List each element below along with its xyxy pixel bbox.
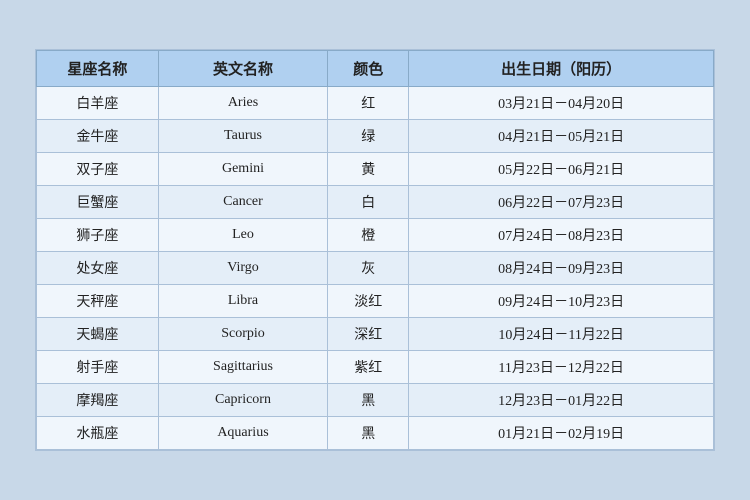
cell-zh: 白羊座 [37, 87, 159, 120]
cell-date: 07月24日－08月23日 [409, 219, 714, 252]
cell-date: 10月24日－11月22日 [409, 318, 714, 351]
table-row: 处女座Virgo灰08月24日－09月23日 [37, 252, 714, 285]
header-en: 英文名称 [158, 51, 327, 87]
zodiac-table: 星座名称 英文名称 颜色 出生日期（阳历） 白羊座Aries红03月21日－04… [36, 50, 714, 450]
cell-en: Leo [158, 219, 327, 252]
cell-color: 淡红 [328, 285, 409, 318]
cell-en: Virgo [158, 252, 327, 285]
table-row: 射手座Sagittarius紫红11月23日－12月22日 [37, 351, 714, 384]
table-row: 水瓶座Aquarius黑01月21日－02月19日 [37, 417, 714, 450]
cell-date: 06月22日－07月23日 [409, 186, 714, 219]
cell-color: 黑 [328, 384, 409, 417]
cell-zh: 狮子座 [37, 219, 159, 252]
cell-date: 11月23日－12月22日 [409, 351, 714, 384]
table-row: 双子座Gemini黄05月22日－06月21日 [37, 153, 714, 186]
header-color: 颜色 [328, 51, 409, 87]
cell-zh: 双子座 [37, 153, 159, 186]
header-zh: 星座名称 [37, 51, 159, 87]
cell-en: Libra [158, 285, 327, 318]
cell-en: Sagittarius [158, 351, 327, 384]
cell-color: 绿 [328, 120, 409, 153]
table-body: 白羊座Aries红03月21日－04月20日金牛座Taurus绿04月21日－0… [37, 87, 714, 450]
cell-zh: 射手座 [37, 351, 159, 384]
cell-zh: 天秤座 [37, 285, 159, 318]
cell-date: 08月24日－09月23日 [409, 252, 714, 285]
cell-color: 橙 [328, 219, 409, 252]
cell-color: 紫红 [328, 351, 409, 384]
cell-zh: 天蝎座 [37, 318, 159, 351]
table-header-row: 星座名称 英文名称 颜色 出生日期（阳历） [37, 51, 714, 87]
cell-date: 12月23日－01月22日 [409, 384, 714, 417]
cell-en: Aries [158, 87, 327, 120]
cell-en: Gemini [158, 153, 327, 186]
table-row: 天蝎座Scorpio深红10月24日－11月22日 [37, 318, 714, 351]
table-row: 狮子座Leo橙07月24日－08月23日 [37, 219, 714, 252]
table-row: 白羊座Aries红03月21日－04月20日 [37, 87, 714, 120]
cell-en: Taurus [158, 120, 327, 153]
cell-color: 灰 [328, 252, 409, 285]
cell-en: Cancer [158, 186, 327, 219]
cell-date: 05月22日－06月21日 [409, 153, 714, 186]
table-row: 巨蟹座Cancer白06月22日－07月23日 [37, 186, 714, 219]
cell-en: Aquarius [158, 417, 327, 450]
table-row: 摩羯座Capricorn黑12月23日－01月22日 [37, 384, 714, 417]
cell-zh: 水瓶座 [37, 417, 159, 450]
cell-color: 红 [328, 87, 409, 120]
cell-color: 白 [328, 186, 409, 219]
cell-date: 03月21日－04月20日 [409, 87, 714, 120]
cell-en: Capricorn [158, 384, 327, 417]
table-row: 金牛座Taurus绿04月21日－05月21日 [37, 120, 714, 153]
cell-zh: 巨蟹座 [37, 186, 159, 219]
cell-zh: 摩羯座 [37, 384, 159, 417]
cell-date: 04月21日－05月21日 [409, 120, 714, 153]
header-date: 出生日期（阳历） [409, 51, 714, 87]
cell-color: 黄 [328, 153, 409, 186]
table-row: 天秤座Libra淡红09月24日－10月23日 [37, 285, 714, 318]
cell-zh: 金牛座 [37, 120, 159, 153]
cell-en: Scorpio [158, 318, 327, 351]
cell-color: 深红 [328, 318, 409, 351]
cell-date: 01月21日－02月19日 [409, 417, 714, 450]
cell-date: 09月24日－10月23日 [409, 285, 714, 318]
cell-color: 黑 [328, 417, 409, 450]
zodiac-table-container: 星座名称 英文名称 颜色 出生日期（阳历） 白羊座Aries红03月21日－04… [35, 49, 715, 451]
cell-zh: 处女座 [37, 252, 159, 285]
